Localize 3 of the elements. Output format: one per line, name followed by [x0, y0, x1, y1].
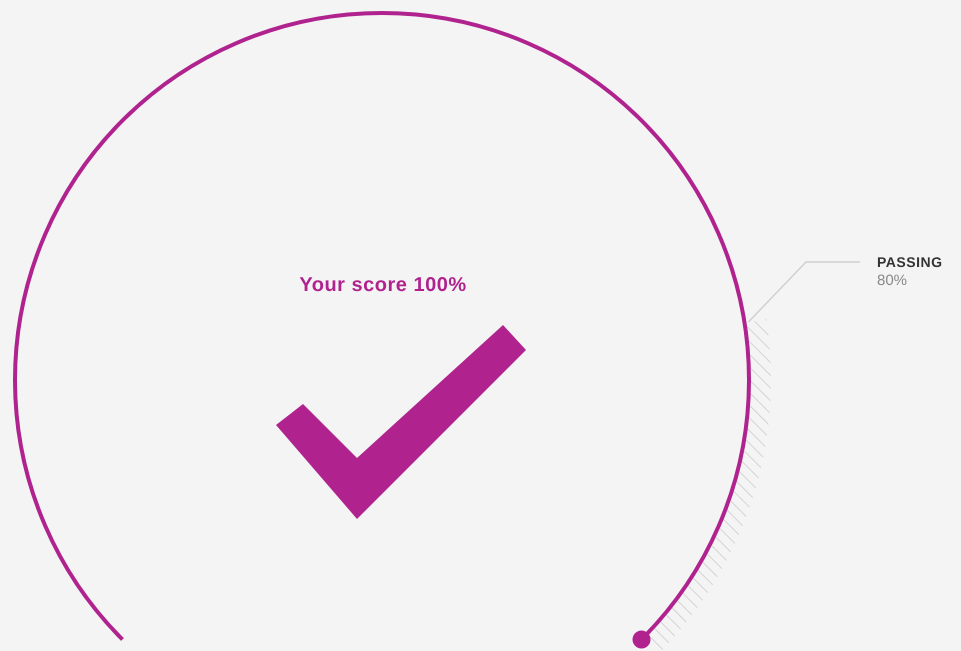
score-label: Your score 100% — [298, 274, 468, 297]
passing-label: PASSING — [877, 254, 942, 270]
passing-value: 80% — [877, 272, 908, 289]
